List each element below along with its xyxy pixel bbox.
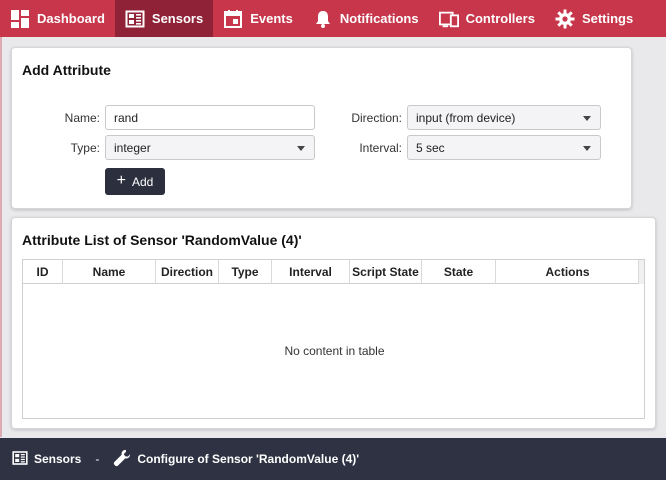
- column-header-interval[interactable]: Interval: [272, 260, 350, 284]
- column-header-direction[interactable]: Direction: [156, 260, 219, 284]
- gear-icon: [555, 9, 575, 29]
- breadcrumb-current: Configure of Sensor 'RandomValue (4)': [113, 449, 359, 470]
- name-input-value: rand: [114, 110, 139, 125]
- nav-label-events: Events: [250, 11, 293, 26]
- add-button-label: Add: [131, 174, 154, 189]
- dashboard-icon: [10, 9, 30, 29]
- name-input[interactable]: rand: [105, 105, 315, 130]
- table-header: ID Name Direction Type Interval Script S…: [23, 260, 639, 284]
- calendar-icon: [223, 9, 243, 29]
- nav-item-controllers[interactable]: Controllers: [429, 0, 545, 37]
- nav-item-dashboard[interactable]: Dashboard: [0, 0, 115, 37]
- left-edge-accent: [0, 37, 2, 437]
- nav-label-dashboard: Dashboard: [37, 11, 105, 26]
- add-attribute-title: Add Attribute: [22, 62, 111, 78]
- nav-item-events[interactable]: Events: [213, 0, 303, 37]
- nav-label-notifications: Notifications: [339, 11, 419, 26]
- direction-select[interactable]: input (from device): [407, 105, 601, 130]
- interval-select[interactable]: 5 sec: [407, 135, 601, 160]
- empty-table-message: No content in table: [284, 344, 385, 358]
- add-attribute-panel: Add Attribute Name: rand Type: integer D…: [11, 47, 632, 209]
- column-header-name[interactable]: Name: [63, 260, 156, 284]
- nav-label-controllers: Controllers: [465, 11, 535, 26]
- breadcrumb-current-label: Configure of Sensor 'RandomValue (4)': [137, 452, 360, 466]
- controllers-icon: [438, 9, 459, 29]
- column-header-id[interactable]: ID: [23, 260, 63, 284]
- direction-select-value: input (from device): [416, 110, 516, 125]
- add-button[interactable]: + Add: [105, 168, 165, 195]
- top-nav: Dashboard Sensors Events Notifications C…: [0, 0, 666, 37]
- type-label: Type:: [70, 141, 100, 155]
- chevron-down-icon: [583, 146, 591, 151]
- interval-select-value: 5 sec: [416, 140, 445, 155]
- attribute-list-panel: Attribute List of Sensor 'RandomValue (4…: [11, 217, 656, 429]
- bell-icon: [313, 9, 333, 29]
- nav-item-notifications[interactable]: Notifications: [303, 0, 429, 37]
- interval-label: Interval:: [359, 141, 402, 155]
- nav-label-settings: Settings: [581, 11, 634, 26]
- type-select[interactable]: integer: [105, 135, 315, 160]
- column-header-script-state[interactable]: Script State: [350, 260, 422, 284]
- direction-label: Direction:: [351, 111, 402, 125]
- nav-item-settings[interactable]: Settings: [545, 0, 643, 37]
- breadcrumb-separator: -: [95, 452, 100, 466]
- column-header-type[interactable]: Type: [219, 260, 272, 284]
- sensors-icon: [12, 450, 28, 469]
- breadcrumb: Sensors - Configure of Sensor 'RandomVal…: [0, 438, 666, 480]
- attribute-list-title: Attribute List of Sensor 'RandomValue (4…: [22, 232, 302, 248]
- nav-item-sensors[interactable]: Sensors: [114, 0, 214, 37]
- sensors-icon: [125, 9, 145, 29]
- attribute-table: ID Name Direction Type Interval Script S…: [22, 259, 645, 419]
- name-label: Name:: [64, 111, 100, 125]
- column-header-actions[interactable]: Actions: [496, 260, 639, 284]
- type-select-value: integer: [114, 140, 151, 155]
- header-scrollbar-stub: [638, 260, 644, 284]
- breadcrumb-sensors[interactable]: Sensors: [12, 450, 81, 469]
- nav-label-sensors: Sensors: [151, 11, 204, 26]
- plus-icon: +: [116, 171, 126, 189]
- wrench-icon: [113, 449, 131, 470]
- chevron-down-icon: [583, 116, 591, 121]
- breadcrumb-sensors-label: Sensors: [34, 452, 82, 466]
- chevron-down-icon: [297, 146, 305, 151]
- column-header-state[interactable]: State: [422, 260, 496, 284]
